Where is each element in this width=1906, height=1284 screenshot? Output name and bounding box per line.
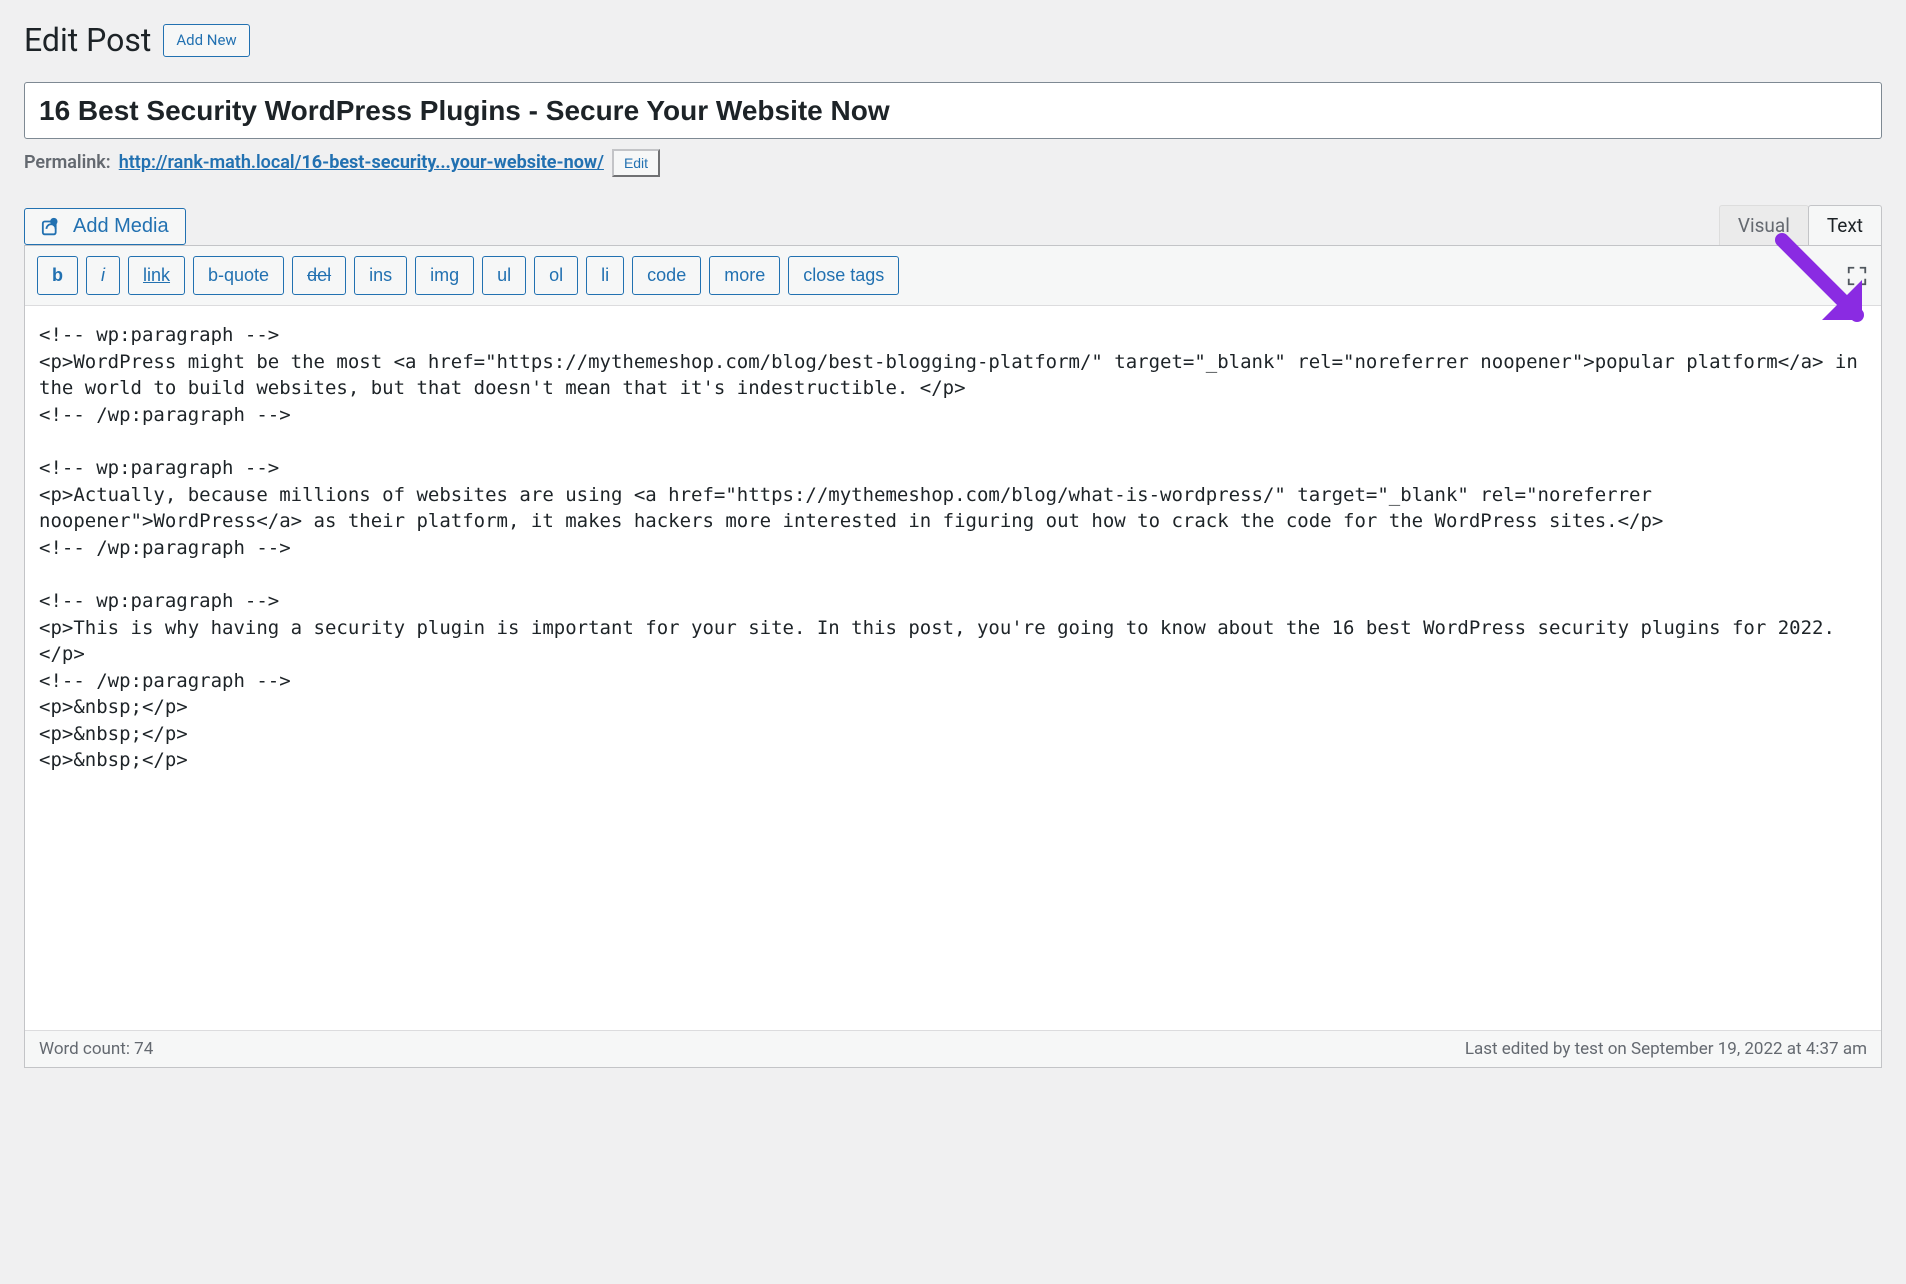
qt-li-button[interactable]: li xyxy=(586,256,624,295)
qt-blockquote-button[interactable]: b-quote xyxy=(193,256,284,295)
qt-code-button[interactable]: code xyxy=(632,256,701,295)
permalink-label: Permalink: xyxy=(24,152,111,173)
qt-bold-button[interactable]: b xyxy=(37,256,78,295)
qt-italic-button[interactable]: i xyxy=(86,256,120,295)
permalink-base: http://rank-math.local/ xyxy=(119,152,302,173)
qt-more-button[interactable]: more xyxy=(709,256,780,295)
qt-img-button[interactable]: img xyxy=(415,256,474,295)
post-title-wrap xyxy=(24,82,1882,139)
fullscreen-toggle-icon[interactable] xyxy=(1845,264,1869,288)
page-header: Edit Post Add New xyxy=(24,20,1882,62)
add-media-button[interactable]: Add Media xyxy=(24,208,186,245)
qt-ins-button[interactable]: ins xyxy=(354,256,407,295)
permalink-row: Permalink: http://rank-math.local/16-bes… xyxy=(24,149,1882,177)
qt-link-button[interactable]: link xyxy=(128,256,185,295)
qt-del-button[interactable]: del xyxy=(292,256,346,295)
editor-postbox: b i link b-quote del ins img ul ol li co… xyxy=(24,245,1882,1068)
post-content-textarea[interactable] xyxy=(25,306,1881,1026)
permalink-link[interactable]: http://rank-math.local/16-best-security.… xyxy=(119,152,604,173)
tab-text[interactable]: Text xyxy=(1808,205,1882,245)
last-edited: Last edited by test on September 19, 202… xyxy=(1465,1039,1867,1059)
quicktags-toolbar: b i link b-quote del ins img ul ol li co… xyxy=(25,246,1881,306)
edit-permalink-button[interactable]: Edit xyxy=(612,149,660,177)
qt-close-tags-button[interactable]: close tags xyxy=(788,256,899,295)
add-new-button[interactable]: Add New xyxy=(163,24,249,57)
word-count: Word count: 74 xyxy=(39,1039,153,1059)
media-icon xyxy=(41,216,63,238)
editor-mode-tabs: Visual Text xyxy=(1720,205,1882,245)
qt-ul-button[interactable]: ul xyxy=(482,256,526,295)
permalink-slug: 16-best-security...your-website-now xyxy=(301,152,597,173)
page-title: Edit Post xyxy=(24,20,151,62)
permalink-trailing: / xyxy=(597,152,604,173)
editor-top-row: Add Media Visual Text xyxy=(24,205,1882,245)
post-title-input[interactable] xyxy=(24,82,1882,139)
qt-ol-button[interactable]: ol xyxy=(534,256,578,295)
tab-visual[interactable]: Visual xyxy=(1719,205,1809,245)
editor-status-bar: Word count: 74 Last edited by test on Se… xyxy=(25,1030,1881,1067)
edit-post-page: Edit Post Add New Permalink: http://rank… xyxy=(0,0,1906,1284)
add-media-label: Add Media xyxy=(73,215,169,238)
